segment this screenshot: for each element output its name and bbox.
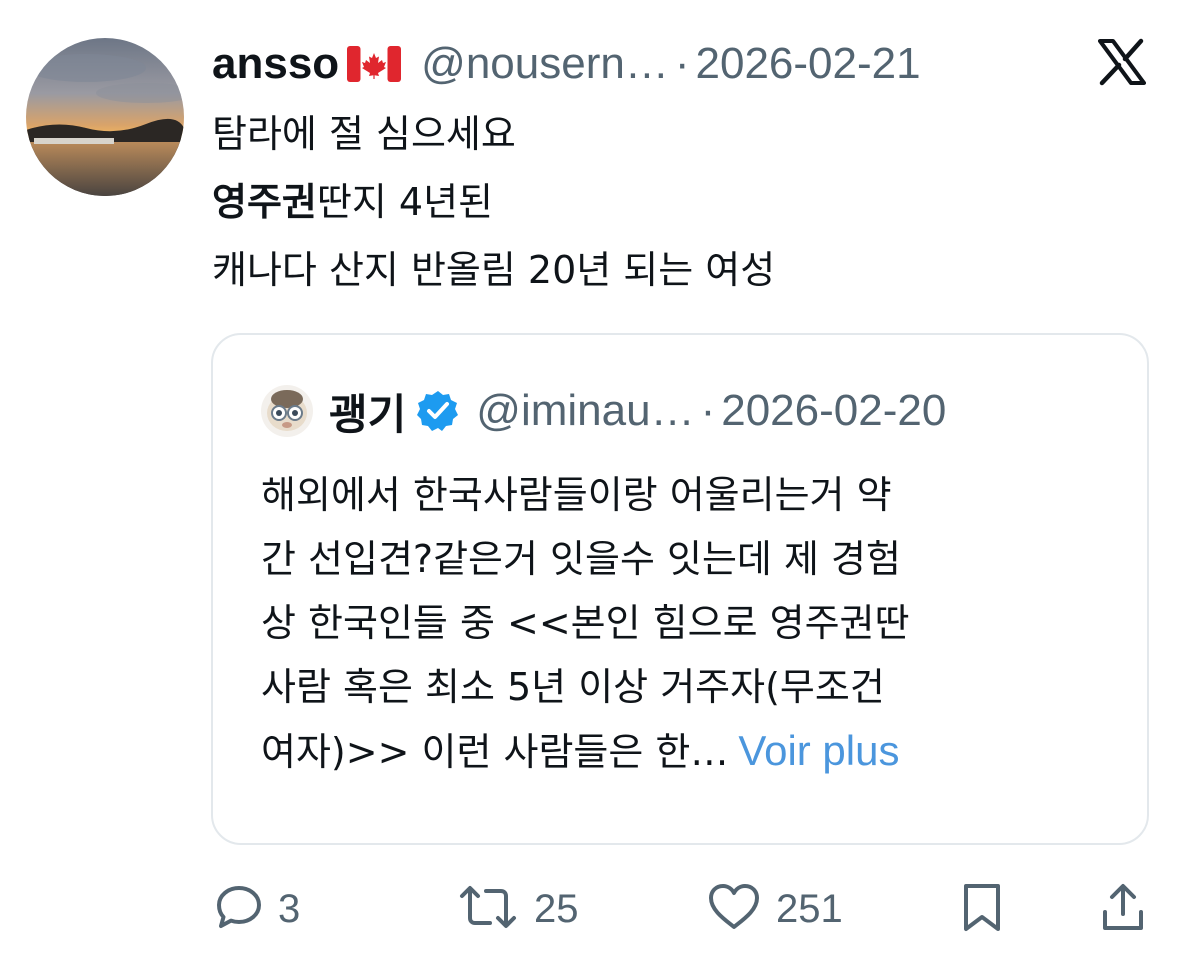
- bookmark-button[interactable]: [960, 882, 1004, 938]
- quote-line: 간 선입견?같은거 잇을수 잇는데 제 경험: [261, 537, 901, 581]
- separator-dot: ·: [674, 39, 690, 88]
- x-logo-icon: [1098, 38, 1146, 86]
- separator-dot: ·: [700, 386, 716, 435]
- verified-badge-icon: [416, 389, 460, 433]
- quote-line: 상 한국인들 중 <<본인 힘으로 영주권딴: [261, 601, 910, 645]
- tweet-line: 캐나다 산지 반올림 20년 되는 여성: [212, 248, 776, 292]
- quote-line: 해외에서 한국사람들이랑 어울리는거 약: [261, 473, 892, 517]
- like-count: 251: [776, 886, 843, 931]
- repost-icon: [456, 882, 520, 936]
- quote-author-avatar[interactable]: [261, 385, 313, 437]
- repost-button[interactable]: 25: [456, 882, 579, 936]
- author-handle[interactable]: @nousern…: [421, 39, 669, 89]
- tweet-line: 영주권딴지 4년된: [212, 180, 493, 224]
- quote-author-handle[interactable]: @iminau…: [476, 386, 694, 436]
- quoted-tweet-card[interactable]: 괭기 @iminau… · 2026-02-20 해외에서 한국사람들이랑 어울…: [211, 333, 1149, 845]
- tweet-date[interactable]: 2026-02-21: [696, 39, 921, 89]
- heart-icon: [706, 882, 762, 936]
- quote-date[interactable]: 2026-02-20: [721, 386, 946, 436]
- quote-text: 해외에서 한국사람들이랑 어울리는거 약 간 선입견?같은거 잇을수 잇는데 제…: [261, 463, 909, 783]
- repost-count: 25: [534, 886, 579, 931]
- author-avatar[interactable]: [26, 38, 184, 196]
- share-icon: [1100, 882, 1146, 938]
- tweet-line: 탐라에 절 심으세요: [212, 112, 516, 156]
- tweet-text: 탐라에 절 심으세요 영주권딴지 4년된 캐나다 산지 반올림 20년 되는 여…: [212, 100, 775, 304]
- action-bar: 3 25 251: [0, 870, 1179, 950]
- reply-count: 3: [278, 886, 301, 931]
- quote-line: 사람 혹은 최소 5년 이상 거주자(무조건: [261, 665, 885, 709]
- reply-icon: [214, 882, 264, 936]
- show-more-link[interactable]: Voir plus: [738, 727, 899, 774]
- quote-author-name[interactable]: 괭기: [329, 381, 406, 442]
- share-button[interactable]: [1100, 882, 1146, 938]
- quote-header: 괭기 @iminau… · 2026-02-20: [261, 381, 946, 441]
- quote-line: 여자)>> 이런 사람들은 한… Voir plus: [261, 727, 900, 774]
- bold-keyword: 영주권: [212, 180, 317, 224]
- tweet-header: ansso @nousern… · 2026-02-21: [212, 34, 921, 94]
- canada-flag-icon: [347, 46, 402, 82]
- bookmark-icon: [960, 882, 1004, 938]
- author-name[interactable]: ansso: [212, 39, 339, 89]
- like-button[interactable]: 251: [706, 882, 843, 936]
- reply-button[interactable]: 3: [214, 882, 300, 936]
